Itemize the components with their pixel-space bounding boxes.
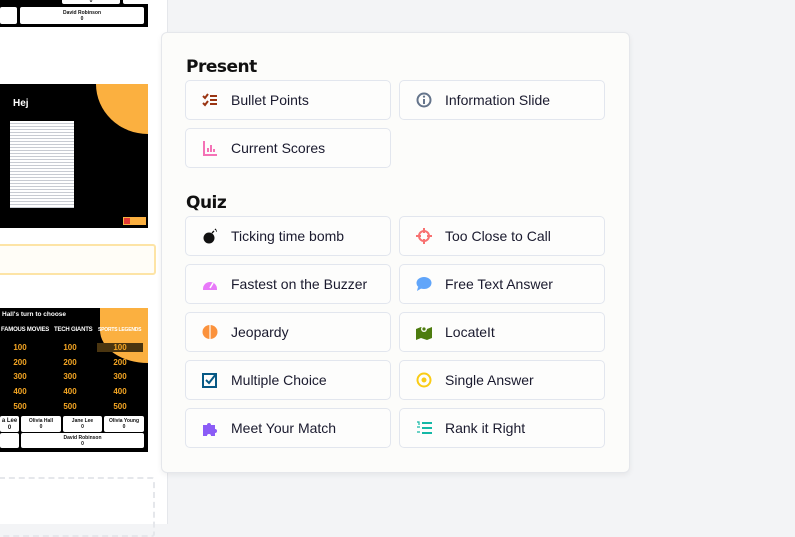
present-option-current-scores[interactable]: Current Scores [185, 128, 391, 168]
player-score: 0 [122, 424, 126, 430]
checklist-icon [202, 92, 218, 108]
jeopardy-value-cell[interactable]: 200 [0, 358, 40, 367]
player-card [0, 433, 19, 448]
jeopardy-value-cell[interactable]: 400 [50, 387, 90, 396]
jeopardy-value-cell[interactable]: 200 [50, 358, 90, 367]
jeopardy-value-cell[interactable]: 100 [50, 343, 90, 352]
jeopardy-value-cell[interactable]: 200 [100, 358, 140, 367]
option-label: Ticking time bomb [231, 228, 345, 244]
category-header: SPORTS LEGENDS [98, 327, 142, 333]
selected-slide-placeholder[interactable] [0, 244, 156, 275]
jeopardy-value-cell[interactable]: 300 [0, 372, 40, 381]
quiz-option-ticking-time-bomb[interactable]: Ticking time bomb [185, 216, 391, 256]
option-label: Current Scores [231, 140, 326, 156]
brain-icon [202, 324, 218, 340]
bar-chart-icon [202, 140, 218, 156]
score-cell [0, 7, 17, 24]
option-label: Too Close to Call [445, 228, 551, 244]
section-heading-present: Present [186, 57, 257, 77]
player-card: Jane Lee 0 [63, 416, 102, 432]
option-label: Fastest on the Buzzer [231, 276, 368, 292]
jeopardy-value-cell[interactable]: 500 [100, 402, 140, 411]
jeopardy-value-cell[interactable]: 500 [50, 402, 90, 411]
option-label: Jeopardy [231, 324, 289, 340]
player-score-card: David Robinson 0 [20, 7, 144, 24]
slide-controls[interactable] [123, 217, 146, 225]
player-card: Olivia Young 0 [104, 416, 144, 432]
turn-label: Hall's turn to choose [2, 311, 67, 318]
option-label: Meet Your Match [231, 420, 337, 436]
score-cell: 0 [62, 0, 120, 4]
player-score: 0 [80, 16, 84, 22]
player-score: 0 [7, 424, 12, 431]
option-label: Free Text Answer [445, 276, 553, 292]
player-score: 0 [39, 424, 43, 430]
slide-thumbnail-scoreboard[interactable]: 0 0 David Robinson0 [0, 0, 148, 27]
chat-bubble-icon [416, 276, 432, 292]
present-option-bullet-points[interactable]: Bullet Points [185, 80, 391, 120]
category-header: FAMOUS MOVIES [1, 327, 50, 333]
quiz-option-too-close-to-call[interactable]: Too Close to Call [399, 216, 605, 256]
slide-thumbnail-info[interactable]: Hej [0, 84, 148, 228]
jeopardy-value-cell[interactable]: 100 [0, 343, 40, 352]
player-score: 0 [81, 441, 84, 447]
quiz-option-rank-it-right[interactable]: Rank it Right [399, 408, 605, 448]
jeopardy-value-cell[interactable]: 400 [100, 387, 140, 396]
option-label: LocateIt [445, 324, 495, 340]
quiz-option-free-text-answer[interactable]: Free Text Answer [399, 264, 605, 304]
player-card: a Lee 0 [0, 416, 19, 432]
quiz-option-fastest-on-the-buzzer[interactable]: Fastest on the Buzzer [185, 264, 391, 304]
speedometer-icon [202, 276, 218, 292]
score-cell: 0 [123, 0, 148, 4]
document-preview [4, 115, 80, 214]
radio-icon [416, 372, 432, 388]
player-name: a Lee [1, 418, 18, 424]
map-pin-icon [416, 324, 432, 340]
quiz-option-multiple-choice[interactable]: Multiple Choice [185, 360, 391, 400]
crosshair-icon [416, 228, 432, 244]
info-icon [416, 92, 432, 108]
slide-title: Hej [13, 98, 29, 109]
player-card: David Robinson 0 [21, 433, 144, 448]
option-label: Information Slide [445, 92, 551, 108]
category-header: TECH GIANTS [54, 327, 93, 333]
option-label: Single Answer [445, 372, 534, 388]
slide-type-menu: Present Bullet Points Information Slide Cu… [161, 32, 630, 473]
checkbox-icon [202, 372, 218, 388]
jeopardy-value-cell[interactable]: 400 [0, 387, 40, 396]
quiz-option-jeopardy[interactable]: Jeopardy [185, 312, 391, 352]
player-score: 0 [81, 424, 84, 430]
numbered-list-icon [416, 420, 432, 436]
jeopardy-value-cell[interactable]: 500 [0, 402, 40, 411]
jeopardy-value-cell[interactable]: 300 [100, 372, 140, 381]
jeopardy-value-cell[interactable]: 100 [97, 343, 143, 352]
jeopardy-value-cell[interactable]: 300 [50, 372, 90, 381]
option-label: Bullet Points [231, 92, 309, 108]
puzzle-icon [202, 420, 218, 436]
add-slide-dropzone[interactable] [0, 477, 155, 537]
slide-list-panel: 0 0 David Robinson0 Hej Hall's turn to c… [0, 0, 168, 537]
present-option-information-slide[interactable]: Information Slide [399, 80, 605, 120]
option-label: Rank it Right [445, 420, 526, 436]
player-card: Olivia Hall 0 [21, 416, 61, 432]
section-heading-quiz: Quiz [186, 193, 227, 213]
option-label: Multiple Choice [231, 372, 327, 388]
quiz-option-single-answer[interactable]: Single Answer [399, 360, 605, 400]
quiz-option-locateit[interactable]: LocateIt [399, 312, 605, 352]
slide-thumbnail-jeopardy[interactable]: Hall's turn to choose FAMOUS MOVIES TECH… [0, 308, 148, 452]
bomb-icon [202, 228, 218, 244]
quiz-option-meet-your-match[interactable]: Meet Your Match [185, 408, 391, 448]
